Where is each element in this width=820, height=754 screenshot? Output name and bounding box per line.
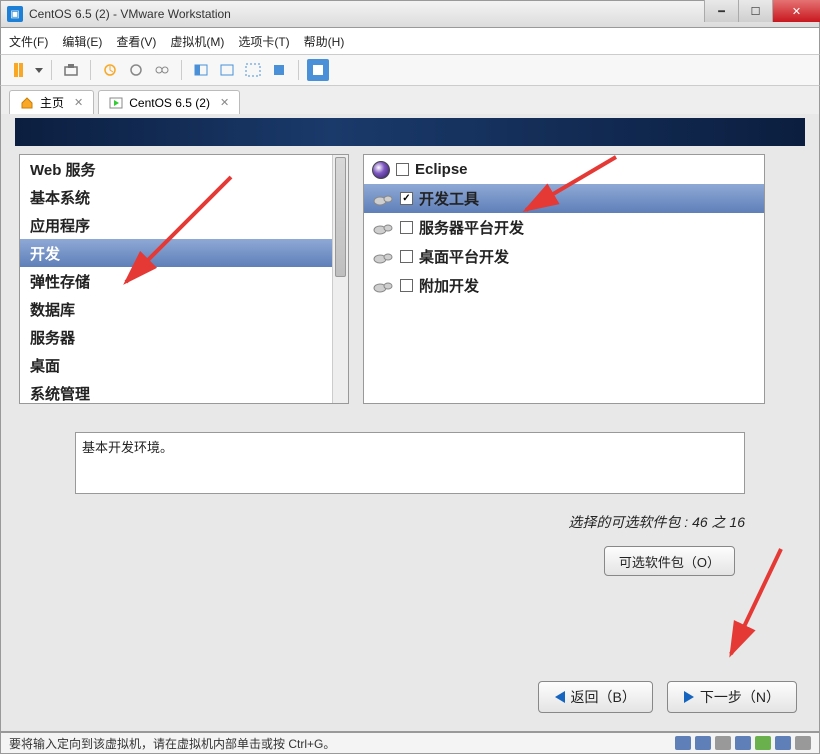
package-label: 服务器平台开发 <box>419 217 524 238</box>
toolbar <box>0 54 820 86</box>
menu-file[interactable]: 文件(F) <box>9 33 48 50</box>
checkbox[interactable] <box>396 163 409 176</box>
snap-revert-icon[interactable] <box>125 59 147 81</box>
next-button[interactable]: 下一步（N） <box>667 681 797 713</box>
package-icon <box>372 221 394 235</box>
device-icon[interactable] <box>735 736 751 750</box>
status-bar: 要将输入定向到该虚拟机，请在虚拟机内部单击或按 Ctrl+G。 <box>0 732 820 754</box>
menu-bar: 文件(F) 编辑(E) 查看(V) 虚拟机(M) 选项卡(T) 帮助(H) <box>0 28 820 54</box>
device-icon[interactable] <box>675 736 691 750</box>
menu-vm[interactable]: 虚拟机(M) <box>170 33 224 50</box>
status-text: 要将输入定向到该虚拟机，请在虚拟机内部单击或按 Ctrl+G。 <box>9 735 335 752</box>
pause-button[interactable] <box>7 59 29 81</box>
snap-take-icon[interactable] <box>99 59 121 81</box>
menu-view[interactable]: 查看(V) <box>116 33 156 50</box>
package-label: Eclipse <box>415 161 468 178</box>
eclipse-icon <box>372 161 390 179</box>
separator <box>90 60 91 80</box>
device-icon[interactable] <box>695 736 711 750</box>
snap-manage-icon[interactable] <box>151 59 173 81</box>
category-item[interactable]: 应用程序 <box>20 211 348 239</box>
close-icon[interactable]: ✕ <box>220 96 229 109</box>
package-icon <box>372 250 394 264</box>
minimize-button[interactable]: ━ <box>704 0 738 22</box>
tab-home[interactable]: 主页 ✕ <box>9 90 94 114</box>
close-icon[interactable]: ✕ <box>74 96 83 109</box>
checkbox[interactable]: ✓ <box>400 192 413 205</box>
back-label: 返回（B） <box>571 687 636 707</box>
view-stretch-icon[interactable] <box>216 59 238 81</box>
home-icon <box>20 96 34 110</box>
close-button[interactable]: ✕ <box>772 0 820 22</box>
snapshot-button[interactable] <box>60 59 82 81</box>
maximize-button[interactable]: ☐ <box>738 0 772 22</box>
back-button[interactable]: 返回（B） <box>538 681 653 713</box>
package-label: 开发工具 <box>419 188 479 209</box>
menu-edit[interactable]: 编辑(E) <box>62 33 102 50</box>
menu-tabs[interactable]: 选项卡(T) <box>238 33 289 50</box>
package-item[interactable]: 附加开发 <box>364 271 764 300</box>
package-item[interactable]: 服务器平台开发 <box>364 213 764 242</box>
package-item[interactable]: Eclipse <box>364 155 764 184</box>
installer-header <box>15 118 805 146</box>
next-label: 下一步（N） <box>700 687 780 707</box>
status-icons <box>675 736 811 750</box>
category-item[interactable]: 系统管理 <box>20 379 348 407</box>
arrow-left-icon <box>555 691 565 703</box>
package-item[interactable]: 桌面平台开发 <box>364 242 764 271</box>
tab-vm-label: CentOS 6.5 (2) <box>129 96 210 110</box>
description-box: 基本开发环境。 <box>75 432 745 494</box>
device-icon[interactable] <box>775 736 791 750</box>
checkbox[interactable] <box>400 250 413 263</box>
checkbox[interactable] <box>400 221 413 234</box>
separator <box>298 60 299 80</box>
package-icon <box>372 192 394 206</box>
category-item[interactable]: 开发 <box>20 239 348 267</box>
device-icon[interactable] <box>795 736 811 750</box>
window-titlebar: ▣ CentOS 6.5 (2) - VMware Workstation ━ … <box>0 0 820 28</box>
category-item[interactable]: 弹性存储 <box>20 267 348 295</box>
fullscreen-icon[interactable] <box>242 59 264 81</box>
scrollbar[interactable] <box>332 155 348 403</box>
package-list: Eclipse ✓ 开发工具服务器平台开发桌面平台开发附加开发 <box>363 154 765 404</box>
category-item[interactable]: 服务器 <box>20 323 348 351</box>
library-icon[interactable] <box>307 59 329 81</box>
arrow-right-icon <box>684 691 694 703</box>
device-icon[interactable] <box>715 736 731 750</box>
optional-packages-label: 可选软件包（O） <box>619 552 720 571</box>
category-item[interactable]: 数据库 <box>20 295 348 323</box>
window-title: CentOS 6.5 (2) - VMware Workstation <box>29 7 231 21</box>
separator <box>181 60 182 80</box>
package-label: 附加开发 <box>419 275 479 296</box>
package-icon <box>372 279 394 293</box>
checkbox[interactable] <box>400 279 413 292</box>
tab-bar: 主页 ✕ CentOS 6.5 (2) ✕ <box>0 86 820 114</box>
vm-play-icon <box>109 96 123 110</box>
separator <box>51 60 52 80</box>
package-count: 选择的可选软件包 : 46 之 16 <box>5 512 745 532</box>
package-item[interactable]: ✓ 开发工具 <box>364 184 764 213</box>
pause-dropdown-icon[interactable] <box>35 68 43 73</box>
unity-icon[interactable] <box>268 59 290 81</box>
tab-vm[interactable]: CentOS 6.5 (2) ✕ <box>98 90 240 114</box>
category-item[interactable]: Web 服务 <box>20 155 348 183</box>
menu-help[interactable]: 帮助(H) <box>304 33 345 50</box>
device-icon[interactable] <box>755 736 771 750</box>
app-icon: ▣ <box>7 6 23 22</box>
view-console-icon[interactable] <box>190 59 212 81</box>
tab-home-label: 主页 <box>40 94 64 111</box>
category-item[interactable]: 桌面 <box>20 351 348 379</box>
category-item[interactable]: 基本系统 <box>20 183 348 211</box>
description-text: 基本开发环境。 <box>82 440 173 455</box>
package-label: 桌面平台开发 <box>419 246 509 267</box>
optional-packages-button[interactable]: 可选软件包（O） <box>604 546 735 576</box>
vm-display: Web 服务基本系统应用程序开发弹性存储数据库服务器桌面系统管理 Eclipse… <box>0 114 820 732</box>
category-list: Web 服务基本系统应用程序开发弹性存储数据库服务器桌面系统管理 <box>19 154 349 404</box>
scroll-thumb[interactable] <box>335 157 346 277</box>
